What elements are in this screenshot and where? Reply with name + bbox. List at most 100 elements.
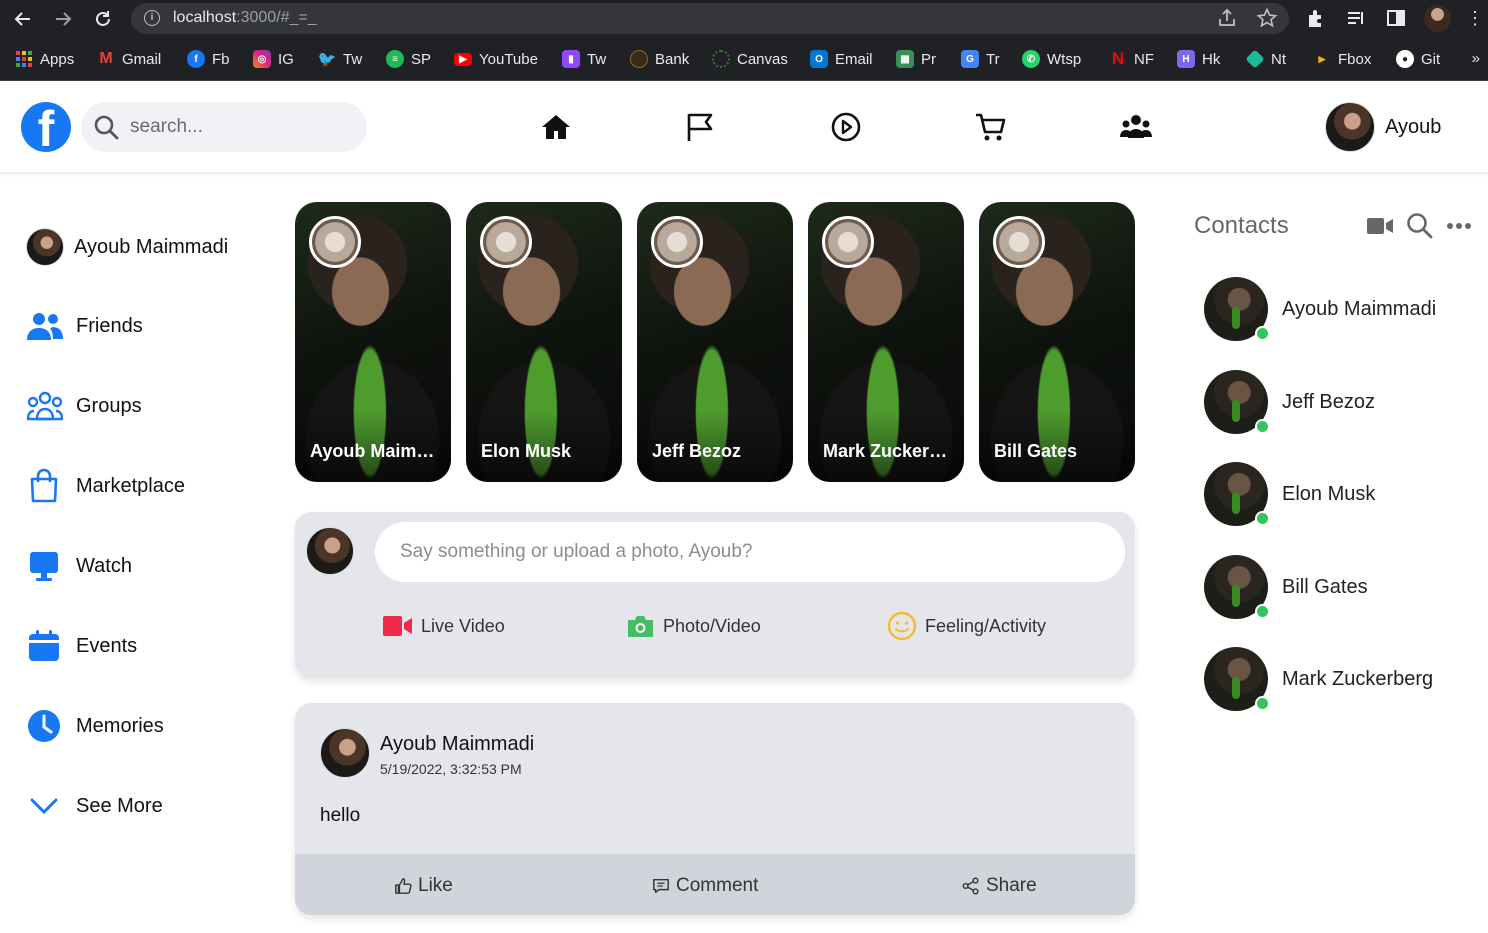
contact-name: Mark Zuckerberg <box>1282 667 1434 690</box>
groups-nav-icon[interactable] <box>1119 110 1153 144</box>
browser-profile-avatar[interactable] <box>1424 5 1451 32</box>
bookmark-github[interactable]: ● Git <box>1396 50 1440 68</box>
sidebar-item-groups[interactable]: Groups <box>26 386 142 426</box>
bookmark-nt[interactable]: Nt <box>1245 49 1286 69</box>
composer-input[interactable] <box>375 522 1125 582</box>
bookmark-star-icon[interactable] <box>1256 7 1278 29</box>
share-button[interactable]: Share <box>962 874 1037 898</box>
contact-item[interactable]: Bill Gates <box>1204 555 1368 619</box>
bookmark-label: YouTube <box>479 50 538 68</box>
like-button[interactable]: Like <box>394 874 453 898</box>
reload-icon[interactable] <box>91 7 115 31</box>
sidebar-item-label: Friends <box>76 314 143 337</box>
bookmark-label: Hk <box>1202 50 1221 68</box>
comment-label: Comment <box>676 875 759 896</box>
post-composer: Live Video Photo/Video Feeling/Activity <box>295 512 1135 678</box>
browser-toolbar: i localhost:3000/#_=_ ⋮ <box>0 0 1488 37</box>
search-contacts-icon[interactable] <box>1405 212 1433 240</box>
header-profile[interactable]: Ayoub <box>1325 102 1441 152</box>
story-card[interactable]: Bill Gates <box>979 202 1135 482</box>
avatar[interactable] <box>306 527 354 575</box>
side-panel-icon[interactable] <box>1385 7 1409 31</box>
site-info-icon[interactable]: i <box>144 10 160 26</box>
bookmark-label: Wtsp <box>1047 50 1082 68</box>
story-avatar <box>651 216 703 268</box>
search-bar[interactable] <box>81 102 367 152</box>
story-card[interactable]: Jeff Bezoz <box>637 202 793 482</box>
back-icon[interactable] <box>11 7 35 31</box>
bookmark-fbox[interactable]: ▶ Fbox <box>1313 50 1371 68</box>
url-path: :3000/#_=_ <box>236 9 317 26</box>
more-options-icon[interactable] <box>1446 212 1474 240</box>
browser-menu-icon[interactable]: ⋮ <box>1466 8 1484 28</box>
comment-button[interactable]: Comment <box>652 874 758 898</box>
marketplace-cart-icon[interactable] <box>974 110 1008 144</box>
contact-name: Elon Musk <box>1282 482 1376 505</box>
bookmark-gmail[interactable]: M Gmail <box>97 50 161 68</box>
photo-video-button[interactable]: Photo/Video <box>626 612 761 640</box>
facebook-logo[interactable]: f <box>21 102 71 152</box>
story-card[interactable]: Ayoub Maimmadi <box>295 202 451 482</box>
extensions-icon[interactable] <box>1305 7 1329 31</box>
bookmark-spotify[interactable]: ≡ SP <box>386 50 431 68</box>
reading-list-icon[interactable] <box>1345 7 1369 31</box>
bookmark-whatsapp[interactable]: ✆ Wtsp <box>1022 50 1081 68</box>
sidebar-item-watch[interactable]: Watch <box>26 546 132 586</box>
pages-flag-icon[interactable] <box>684 110 718 144</box>
feeling-activity-label: Feeling/Activity <box>925 615 1047 636</box>
bookmark-youtube[interactable]: ▶ YouTube <box>454 50 538 68</box>
like-label: Like <box>418 875 453 896</box>
url-text[interactable]: localhost:3000/#_=_ <box>173 9 317 27</box>
bookmark-netflix[interactable]: N NF <box>1109 49 1154 68</box>
contact-avatar <box>1204 647 1270 711</box>
gmail-icon: M <box>99 50 113 67</box>
bookmark-hk[interactable]: H Hk <box>1177 50 1220 68</box>
sidebar-item-events[interactable]: Events <box>26 626 137 666</box>
bookmark-apps[interactable]: Apps <box>15 50 74 68</box>
share-label: Share <box>986 875 1037 896</box>
avatar[interactable] <box>320 728 370 778</box>
sidebar-item-memories[interactable]: Memories <box>26 706 164 746</box>
bookmark-label: Tw <box>587 50 607 68</box>
bookmark-canvas[interactable]: Canvas <box>712 50 788 68</box>
contact-item[interactable]: Ayoub Maimmadi <box>1204 277 1436 341</box>
bookmark-bank[interactable]: Bank <box>630 50 689 68</box>
story-avatar <box>480 216 532 268</box>
bookmark-email[interactable]: O Email <box>810 50 873 68</box>
bookmarks-overflow-button[interactable]: » <box>1472 50 1480 67</box>
bookmark-translate[interactable]: G Tr <box>961 50 1000 68</box>
story-name: Elon Musk <box>481 441 572 461</box>
home-nav-icon[interactable] <box>539 110 573 144</box>
story-card[interactable]: Elon Musk <box>466 202 622 482</box>
feeling-activity-button[interactable]: Feeling/Activity <box>887 611 1047 641</box>
search-input[interactable] <box>130 114 350 140</box>
story-card[interactable]: Mark Zuckerberg <box>808 202 964 482</box>
sidebar-item-marketplace[interactable]: Marketplace <box>26 466 185 506</box>
shopping-bag-icon <box>26 466 66 506</box>
post-card: Ayoub Maimmadi 5/19/2022, 3:32:53 PM hel… <box>295 703 1135 915</box>
contact-item[interactable]: Mark Zuckerberg <box>1204 647 1433 711</box>
story-name: Mark Zuckerberg <box>823 441 951 461</box>
twitter-icon: 🐦 <box>317 51 337 68</box>
bookmark-twitch[interactable]: ▮ Tw <box>562 50 606 68</box>
sidebar-item-friends[interactable]: Friends <box>26 306 143 346</box>
bookmark-fb[interactable]: f Fb <box>187 50 230 68</box>
bookmark-ig[interactable]: ◎ IG <box>253 50 294 68</box>
chevron-down-icon <box>26 786 66 826</box>
bookmark-twitter[interactable]: 🐦 Tw <box>317 50 363 69</box>
sidebar-profile[interactable]: Ayoub Maimmadi <box>26 227 228 267</box>
bookmark-pr[interactable]: ▦ Pr <box>896 50 936 68</box>
address-bar[interactable]: i localhost:3000/#_=_ <box>131 3 1289 34</box>
monitor-icon <box>26 546 66 586</box>
share-page-icon[interactable] <box>1216 7 1238 29</box>
sidebar-see-more[interactable]: See More <box>26 786 163 826</box>
contact-item[interactable]: Elon Musk <box>1204 462 1375 526</box>
contact-item[interactable]: Jeff Bezoz <box>1204 370 1375 434</box>
watch-play-icon[interactable] <box>829 110 863 144</box>
post-author[interactable]: Ayoub Maimmadi <box>380 733 534 756</box>
live-video-button[interactable]: Live Video <box>383 612 505 640</box>
video-call-icon[interactable] <box>1366 212 1394 240</box>
forward-icon[interactable] <box>51 7 75 31</box>
post-timestamp: 5/19/2022, 3:32:53 PM <box>380 761 522 777</box>
app-header: f Ayoub <box>0 82 1488 172</box>
